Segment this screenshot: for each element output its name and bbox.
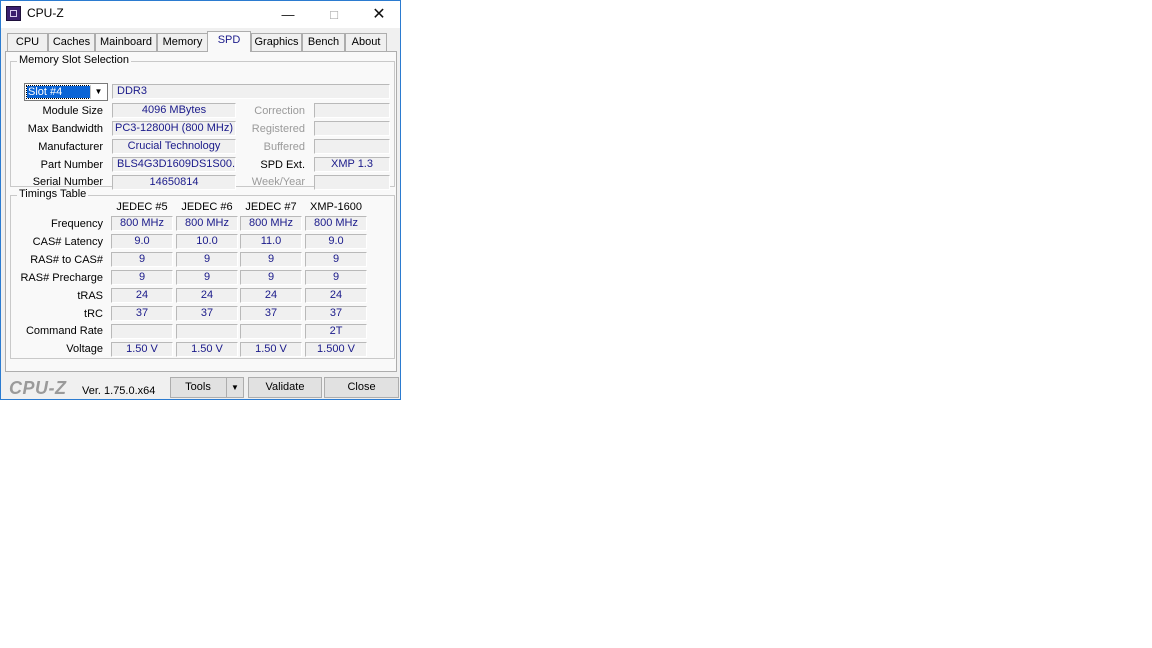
timing-cell: 37 [305,306,367,321]
serial-number-label: Serial Number [32,176,103,188]
tab-mainboard[interactable]: Mainboard [95,33,157,51]
timings-column-header: JEDEC #5 [116,201,168,213]
correction-label: Correction [254,105,305,117]
timings-table-title: Timings Table [17,188,89,200]
timing-row-label: tRC [84,308,103,320]
timing-row-label: RAS# to CAS# [30,254,103,266]
timing-cell: 1.50 V [111,342,173,357]
timing-cell: 9 [176,252,238,267]
spd-ext-field: XMP 1.3 [314,157,390,172]
tab-bench[interactable]: Bench [302,33,345,51]
timing-cell: 9.0 [305,234,367,249]
timing-cell: 2T [305,324,367,339]
cpuz-window: CPU-Z — □ ✕ CPU Caches Mainboard Memory … [0,0,401,400]
tab-about[interactable]: About [345,33,387,51]
manufacturer-label: Manufacturer [38,141,103,153]
timing-row-label: Frequency [51,218,103,230]
registered-label: Registered [251,123,305,135]
timing-cell: 1.500 V [305,342,367,357]
timing-row-label: Voltage [66,343,103,355]
max-bandwidth-label: Max Bandwidth [27,123,103,135]
tab-caches[interactable]: Caches [48,33,95,51]
timing-cell: 9 [240,270,302,285]
memory-type-field: DDR3 [112,84,390,99]
timing-cell [176,324,238,339]
timings-column-header: JEDEC #7 [245,201,297,213]
timings-column-header: JEDEC #6 [181,201,233,213]
timing-cell: 24 [176,288,238,303]
module-size-field: 4096 MBytes [112,103,236,118]
maximize-button[interactable]: □ [311,1,357,28]
timing-cell: 9 [240,252,302,267]
tab-spd[interactable]: SPD [207,31,251,52]
timing-row-label: CAS# Latency [32,236,103,248]
timing-cell [111,324,173,339]
close-button[interactable]: Close [324,377,399,398]
timing-cell: 9.0 [111,234,173,249]
title-bar[interactable]: CPU-Z — □ ✕ [1,1,400,28]
serial-number-field: 14650814 [112,175,236,190]
minimize-button[interactable]: — [265,1,311,28]
timing-cell: 9 [111,270,173,285]
max-bandwidth-field: PC3-12800H (800 MHz) [112,121,236,136]
chevron-down-icon[interactable]: ▼ [90,85,106,99]
timing-cell: 9 [176,270,238,285]
timing-cell: 24 [240,288,302,303]
cpuz-logo: CPU-Z [9,378,67,398]
timing-cell: 11.0 [240,234,302,249]
slot-select-value: Slot #4 [26,85,91,99]
correction-field [314,103,390,118]
timing-row-label: Command Rate [25,325,103,337]
timing-cell: 10.0 [176,234,238,249]
timing-cell: 9 [305,252,367,267]
memory-slot-group: Memory Slot Selection Slot #4 ▼ DDR3 Mod… [10,54,395,190]
timing-row-label: tRAS [77,290,103,302]
timing-cell: 9 [111,252,173,267]
tools-button[interactable]: Tools ▼ [170,377,244,398]
cpuz-app-icon [6,6,21,21]
timing-cell: 1.50 V [240,342,302,357]
module-size-label: Module Size [42,105,103,117]
week-year-label: Week/Year [251,176,305,188]
chevron-down-icon[interactable]: ▼ [226,378,243,397]
timing-row-label: RAS# Precharge [20,272,103,284]
tab-memory[interactable]: Memory [157,33,208,51]
week-year-field [314,175,390,190]
timing-cell: 37 [176,306,238,321]
timings-column-header: XMP-1600 [310,201,362,213]
close-window-button[interactable]: ✕ [356,1,402,28]
timing-cell: 800 MHz [176,216,238,231]
timing-cell [240,324,302,339]
timing-cell: 37 [111,306,173,321]
timing-cell: 800 MHz [305,216,367,231]
timing-cell: 24 [111,288,173,303]
window-title: CPU-Z [27,6,64,20]
part-number-field: BLS4G3D1609DS1S00. [112,157,236,172]
timing-cell: 37 [240,306,302,321]
registered-field [314,121,390,136]
timing-cell: 24 [305,288,367,303]
tab-graphics[interactable]: Graphics [251,33,302,51]
version-label: Ver. 1.75.0.x64 [82,385,156,397]
part-number-label: Part Number [40,159,103,171]
footer-bar: CPU-Z Ver. 1.75.0.x64 Tools ▼ Validate C… [1,372,400,399]
timing-cell: 1.50 V [176,342,238,357]
timing-cell: 9 [305,270,367,285]
buffered-label: Buffered [263,141,305,153]
tools-button-label: Tools [185,381,211,393]
memory-slot-group-title: Memory Slot Selection [17,54,132,66]
buffered-field [314,139,390,154]
tab-cpu[interactable]: CPU [7,33,48,51]
validate-button[interactable]: Validate [248,377,322,398]
timing-cell: 800 MHz [240,216,302,231]
manufacturer-field: Crucial Technology [112,139,236,154]
slot-select[interactable]: Slot #4 ▼ [24,83,108,101]
spd-panel: Memory Slot Selection Slot #4 ▼ DDR3 Mod… [5,51,397,372]
timings-table-group: Timings Table JEDEC #5 JEDEC #6 JEDEC #7… [10,188,395,359]
timing-cell: 800 MHz [111,216,173,231]
spd-ext-label: SPD Ext. [260,159,305,171]
